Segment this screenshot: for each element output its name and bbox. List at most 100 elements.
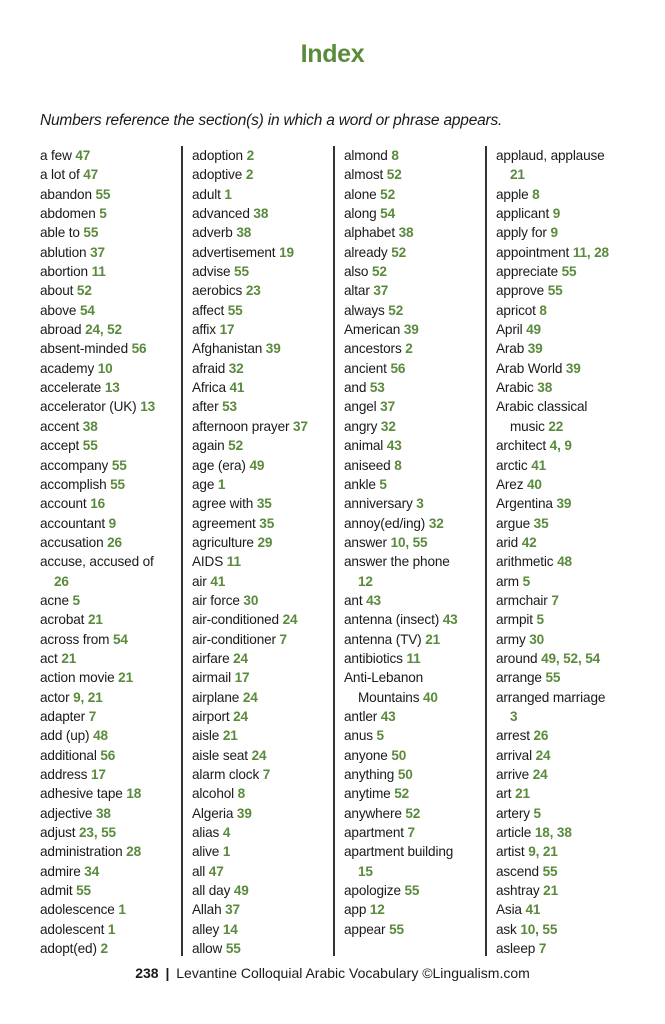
section-refs: 4 bbox=[222, 825, 231, 841]
section-refs: 2 bbox=[246, 148, 255, 163]
section-refs: 39 bbox=[556, 496, 572, 512]
index-entry: arrive 24 bbox=[496, 765, 656, 784]
index-term: Arab World bbox=[496, 360, 563, 376]
index-term: ask bbox=[496, 921, 517, 937]
index-term: art bbox=[496, 786, 512, 802]
index-entry: apricot 8 bbox=[496, 301, 656, 320]
index-entry: airfare 24 bbox=[192, 649, 332, 668]
section-refs: 47 bbox=[75, 148, 91, 163]
index-term: ancient bbox=[344, 360, 387, 376]
index-entry: angry 32 bbox=[344, 417, 484, 436]
index-term: adoption bbox=[192, 148, 243, 163]
index-term: around bbox=[496, 650, 538, 666]
section-refs: 9 bbox=[108, 515, 117, 531]
index-term: anywhere bbox=[344, 805, 402, 821]
index-term: arranged marriage bbox=[496, 689, 606, 705]
index-term: adverb bbox=[192, 225, 233, 241]
section-refs: 50 bbox=[397, 767, 413, 782]
index-term: almost bbox=[344, 167, 384, 183]
index-entry: age 1 bbox=[192, 475, 332, 494]
index-term: arrive bbox=[496, 767, 530, 782]
entry-continuation: 3 bbox=[496, 707, 656, 726]
index-term: appear bbox=[344, 921, 386, 937]
index-term: adult bbox=[192, 186, 221, 202]
section-refs: 41 bbox=[210, 573, 226, 589]
index-entry: advise 55 bbox=[192, 262, 332, 281]
index-entry: accountant 9 bbox=[40, 514, 180, 533]
index-term: alarm clock bbox=[192, 767, 260, 782]
index-entry: arranged marriage 3 bbox=[496, 688, 656, 727]
section-refs: 24, 52 bbox=[85, 322, 122, 338]
section-refs: 22 bbox=[548, 418, 564, 434]
index-entry: Allah 37 bbox=[192, 900, 332, 919]
section-refs: 56 bbox=[100, 747, 116, 763]
index-entry: animal 43 bbox=[344, 436, 484, 455]
section-refs: 47 bbox=[208, 863, 224, 879]
section-refs: 35 bbox=[533, 515, 549, 531]
index-entry: Arez 40 bbox=[496, 475, 656, 494]
index-term: allow bbox=[192, 941, 223, 957]
index-term: advise bbox=[192, 264, 231, 280]
index-entry: additional 56 bbox=[40, 746, 180, 765]
index-term: antibiotics bbox=[344, 650, 403, 666]
section-refs: 1 bbox=[217, 476, 226, 492]
section-refs: 55 bbox=[542, 863, 558, 879]
index-entry: ascend 55 bbox=[496, 862, 656, 881]
index-entry: a lot of 47 bbox=[40, 165, 180, 184]
index-term: apricot bbox=[496, 302, 536, 318]
section-refs: 7 bbox=[407, 825, 416, 841]
index-term: anus bbox=[344, 728, 373, 744]
index-term: all bbox=[192, 863, 206, 879]
section-refs: 39 bbox=[265, 341, 281, 357]
section-refs: 11 bbox=[406, 650, 421, 666]
index-entry: account 16 bbox=[40, 494, 180, 513]
section-refs: 21 bbox=[425, 631, 441, 647]
section-refs: 38 bbox=[537, 380, 553, 396]
index-term: arrange bbox=[496, 670, 542, 686]
index-entry: antibiotics 11 bbox=[344, 649, 484, 668]
section-refs: 12 bbox=[369, 902, 385, 918]
section-refs: 28 bbox=[126, 844, 141, 860]
index-entry: ancestors 2 bbox=[344, 339, 484, 358]
index-term: afraid bbox=[192, 360, 226, 376]
section-refs: 11, 28 bbox=[572, 244, 609, 260]
index-entry: adhesive tape 18 bbox=[40, 784, 180, 803]
index-term: admit bbox=[40, 883, 73, 899]
section-refs: 37 bbox=[293, 418, 308, 434]
index-term: architect bbox=[496, 438, 547, 454]
index-entry: accusation 26 bbox=[40, 533, 180, 552]
section-refs: 17 bbox=[219, 322, 235, 338]
index-entry: answer 10, 55 bbox=[344, 533, 484, 552]
section-refs: 1 bbox=[224, 186, 232, 202]
index-term: adjective bbox=[40, 805, 93, 821]
entry-continuation: music 22 bbox=[496, 417, 656, 436]
section-refs: 7 bbox=[551, 592, 559, 608]
section-refs: 9, 21 bbox=[528, 844, 558, 860]
index-entry: action movie 21 bbox=[40, 668, 180, 687]
index-term: answer bbox=[344, 534, 387, 550]
index-column-3: almond 8 almost 52 alone 52 along 54 alphabe… bbox=[344, 146, 484, 958]
index-term: a lot of bbox=[40, 167, 80, 183]
section-refs: 17 bbox=[90, 767, 106, 782]
index-entry: app 12 bbox=[344, 900, 484, 919]
index-entry: ask 10, 55 bbox=[496, 920, 656, 939]
index-term: act bbox=[40, 650, 58, 666]
section-refs: 5 bbox=[536, 612, 545, 628]
index-entry: almond 8 bbox=[344, 146, 484, 165]
index-entry: all day 49 bbox=[192, 881, 332, 900]
index-term: affix bbox=[192, 322, 216, 338]
section-refs: 3 bbox=[416, 496, 424, 512]
index-term: Argentina bbox=[496, 496, 553, 512]
section-refs: 11 bbox=[226, 554, 241, 570]
section-refs: 7 bbox=[538, 941, 547, 957]
section-refs: 42 bbox=[521, 534, 537, 550]
section-refs: 23 bbox=[245, 283, 261, 299]
section-refs: 5 bbox=[379, 476, 387, 492]
section-refs: 41 bbox=[531, 457, 547, 473]
section-refs: 37 bbox=[90, 244, 105, 260]
index-entry: accent 38 bbox=[40, 417, 180, 436]
index-entry: asleep 7 bbox=[496, 939, 656, 958]
index-term: applicant bbox=[496, 206, 550, 222]
index-entry: actor 9, 21 bbox=[40, 688, 180, 707]
section-refs: 24 bbox=[242, 689, 258, 705]
